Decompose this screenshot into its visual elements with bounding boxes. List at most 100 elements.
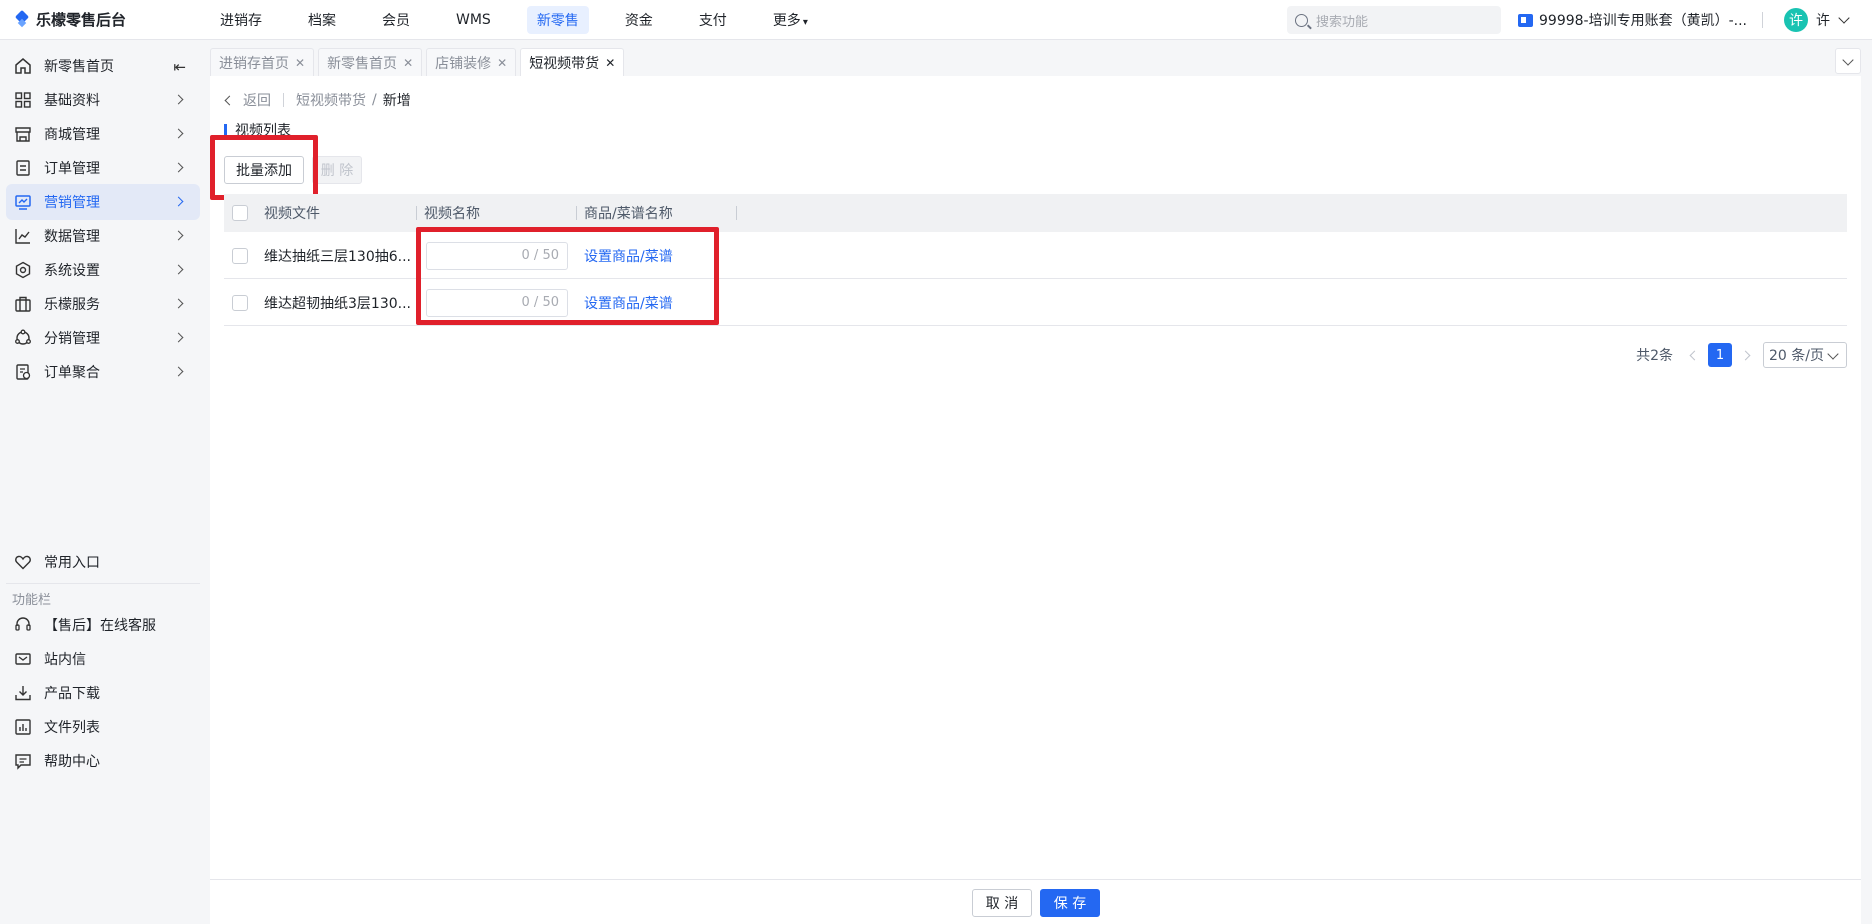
video-file-name: 维达抽纸三层130抽6... xyxy=(264,248,411,265)
sidebar-tool-label: 【售后】在线客服 xyxy=(44,618,156,634)
topnav-item-active[interactable]: 新零售 xyxy=(526,5,589,34)
building-icon xyxy=(1518,13,1533,27)
sidebar-item-data[interactable]: 数据管理 xyxy=(6,218,200,254)
close-icon[interactable]: ✕ xyxy=(295,56,305,70)
download-icon xyxy=(14,684,32,702)
sidebar-item-order-aggregate[interactable]: 订单聚合 xyxy=(6,354,200,390)
column-header: 商品/菜谱名称 xyxy=(584,206,673,222)
sidebar-divider xyxy=(6,583,200,584)
batch-add-button[interactable]: 批量添加 xyxy=(224,156,304,184)
account-name: 99998-培训专用账套（黄凯）-... xyxy=(1539,13,1747,29)
logo-icon xyxy=(14,12,30,28)
chevron-right-icon xyxy=(173,94,184,105)
table-header: 视频文件 视频名称 商品/菜谱名称 xyxy=(224,194,1847,232)
sidebar-tool-label: 站内信 xyxy=(44,652,86,668)
sidebar-item-label: 数据管理 xyxy=(44,229,100,245)
save-button[interactable]: 保 存 xyxy=(1040,889,1100,917)
sidebar-tool-file-list[interactable]: 文件列表 xyxy=(6,709,200,745)
column-header: 视频文件 xyxy=(264,206,320,222)
page-scrollbar[interactable] xyxy=(1861,40,1872,924)
topnav-item[interactable]: WMS xyxy=(446,8,501,32)
breadcrumb: 返回 短视频带货 / 新增 xyxy=(224,90,411,110)
collapse-sidebar-icon[interactable]: ⇤ xyxy=(173,58,186,76)
sidebar-tool-label: 帮助中心 xyxy=(44,754,100,770)
cancel-button[interactable]: 取 消 xyxy=(972,889,1032,917)
chevron-right-icon xyxy=(173,298,184,309)
tabs-dropdown-button[interactable] xyxy=(1835,48,1861,74)
sidebar-item-label: 系统设置 xyxy=(44,263,100,279)
chevron-left-icon[interactable] xyxy=(224,95,235,105)
tab-label: 新零售首页 xyxy=(327,55,398,72)
row-select-cell xyxy=(232,232,248,279)
sidebar-tool-messages[interactable]: 站内信 xyxy=(6,641,200,677)
table-row: 维达抽纸三层130抽6... 0 / 50 设置商品/菜谱 xyxy=(224,232,1847,279)
tab-retail-home[interactable]: 新零售首页 ✕ xyxy=(318,48,423,76)
delete-button[interactable]: 删 除 xyxy=(312,156,362,184)
sidebar-item-mall[interactable]: 商城管理 xyxy=(6,116,200,152)
topnav-item[interactable]: 档案 xyxy=(298,6,346,34)
topnav-item[interactable]: 会员 xyxy=(372,6,420,34)
tab-store-decoration[interactable]: 店铺装修 ✕ xyxy=(426,48,517,76)
app-title: 乐檬零售后台 xyxy=(36,11,127,29)
sidebar-tool-online-service[interactable]: 【售后】在线客服 xyxy=(6,607,200,643)
set-product-link-label: 设置商品/菜谱 xyxy=(584,295,673,312)
settings-icon xyxy=(14,261,32,279)
caret-down-icon: ▾ xyxy=(802,16,808,28)
video-name-input[interactable]: 0 / 50 xyxy=(426,241,568,270)
topnav-more[interactable]: 更多 ▾ xyxy=(763,6,818,34)
top-nav: 进销存 档案 会员 WMS 新零售 资金 支付 更多 ▾ xyxy=(210,5,844,34)
topnav-item[interactable]: 资金 xyxy=(615,6,663,34)
row-checkbox[interactable] xyxy=(232,294,248,311)
breadcrumb-parent[interactable]: 短视频带货 xyxy=(296,90,366,110)
sidebar-item-distribution[interactable]: 分销管理 xyxy=(6,320,200,356)
column-divider xyxy=(416,206,417,220)
sidebar-item-settings[interactable]: 系统设置 xyxy=(6,252,200,288)
set-product-link[interactable]: 设置商品/菜谱 xyxy=(584,232,673,279)
page-number-current[interactable]: 1 xyxy=(1708,343,1732,367)
tab-short-video[interactable]: 短视频带货 ✕ xyxy=(520,48,625,76)
page-size-label: 20 条/页 xyxy=(1769,348,1824,364)
sidebar-item-marketing[interactable]: 营销管理 xyxy=(6,184,200,220)
main-content: 返回 短视频带货 / 新增 视频列表 批量添加 删 除 视频文件 视频名称 商品… xyxy=(210,76,1861,879)
search-placeholder: 搜索功能 xyxy=(1316,14,1369,30)
chart-line-icon xyxy=(14,227,32,245)
sidebar-item-service[interactable]: 乐檬服务 xyxy=(6,286,200,322)
video-name-input[interactable]: 0 / 50 xyxy=(426,288,568,317)
close-icon[interactable]: ✕ xyxy=(605,56,615,70)
order-icon xyxy=(14,159,32,177)
breadcrumb-divider xyxy=(283,93,284,107)
user-name: 许 xyxy=(1816,13,1830,29)
set-product-link-label: 设置商品/菜谱 xyxy=(584,248,673,265)
back-link[interactable]: 返回 xyxy=(243,90,271,110)
sidebar-item-basic-data[interactable]: 基础资料 xyxy=(6,82,200,118)
tab-inventory-home[interactable]: 进销存首页 ✕ xyxy=(210,48,315,76)
sidebar-tool-label: 文件列表 xyxy=(44,720,100,736)
row-checkbox[interactable] xyxy=(232,247,248,264)
chevron-down-icon xyxy=(1838,12,1850,24)
select-all-checkbox[interactable] xyxy=(232,205,248,221)
set-product-link[interactable]: 设置商品/菜谱 xyxy=(584,279,673,326)
video-file-name: 维达超韧抽纸3层130... xyxy=(264,295,411,312)
topnav-item[interactable]: 进销存 xyxy=(210,6,272,34)
sidebar-tool-help[interactable]: 帮助中心 xyxy=(6,743,200,779)
next-page-icon[interactable] xyxy=(1740,350,1751,360)
chevron-right-icon xyxy=(173,264,184,275)
breadcrumb-current: 新增 xyxy=(382,93,411,109)
sidebar-item-label: 分销管理 xyxy=(44,331,100,347)
sidebar-item-home[interactable]: 新零售首页 ⇤ xyxy=(6,48,200,84)
page-size-select[interactable]: 20 条/页 xyxy=(1763,342,1847,368)
chevron-right-icon xyxy=(173,332,184,343)
app-logo[interactable]: 乐檬零售后台 xyxy=(0,9,200,30)
sidebar-tool-download[interactable]: 产品下载 xyxy=(6,675,200,711)
sidebar-favorites[interactable]: 常用入口 xyxy=(6,544,200,580)
topnav-item[interactable]: 支付 xyxy=(689,6,737,34)
close-icon[interactable]: ✕ xyxy=(403,56,413,70)
sidebar-item-label: 营销管理 xyxy=(44,195,100,211)
search-input[interactable]: 搜索功能 xyxy=(1287,6,1501,34)
close-icon[interactable]: ✕ xyxy=(497,56,507,70)
user-menu[interactable]: 许 许 xyxy=(1784,0,1850,40)
sidebar-item-label: 商城管理 xyxy=(44,127,100,143)
sidebar-item-orders[interactable]: 订单管理 xyxy=(6,150,200,186)
account-switcher[interactable]: 99998-培训专用账套（黄凯）-... xyxy=(1518,0,1747,40)
prev-page-icon[interactable] xyxy=(1689,350,1700,360)
